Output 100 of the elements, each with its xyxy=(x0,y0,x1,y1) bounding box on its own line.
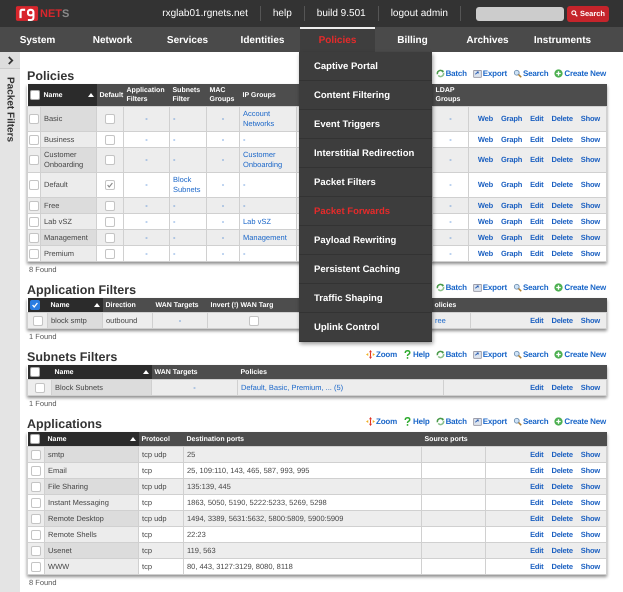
toolbar-link[interactable]: Export xyxy=(472,417,507,426)
arrows-icon xyxy=(366,350,376,359)
section-title: Application Filters xyxy=(27,283,136,298)
row-checkbox[interactable] xyxy=(29,200,39,210)
section-title: Applications xyxy=(27,417,102,432)
cell-checkbox[interactable] xyxy=(105,200,115,210)
row-checkbox[interactable] xyxy=(29,155,39,165)
row-checkbox[interactable] xyxy=(29,248,39,258)
row-checkbox[interactable] xyxy=(29,114,39,124)
help-icon xyxy=(403,417,412,426)
toolbar-link[interactable]: Zoom xyxy=(366,417,398,426)
header-link[interactable]: help xyxy=(260,8,304,19)
refresh-icon xyxy=(436,69,445,78)
toolbar-link[interactable]: Create New xyxy=(554,350,606,359)
toolbar-link[interactable]: Help xyxy=(403,417,430,426)
toolbar-link[interactable]: Search xyxy=(512,350,548,359)
toolbar-link[interactable]: Export xyxy=(472,69,507,78)
nav-tab[interactable]: Services xyxy=(150,27,225,52)
toolbar-link[interactable]: Batch xyxy=(436,350,467,359)
row-checkbox[interactable] xyxy=(31,514,41,524)
toolbar-link[interactable]: Search xyxy=(512,283,548,292)
search-field[interactable] xyxy=(476,6,564,20)
nav-tab[interactable]: Instruments xyxy=(525,27,600,52)
menu-item[interactable]: Content Filtering xyxy=(299,81,432,110)
header-link[interactable]: logout admin xyxy=(378,8,460,19)
row-checkbox[interactable] xyxy=(29,216,39,226)
row-checkbox[interactable] xyxy=(31,450,41,460)
toolbar-link[interactable]: Batch xyxy=(436,283,467,292)
toolbar-link[interactable]: Create New xyxy=(554,283,606,292)
cell-checkbox[interactable] xyxy=(105,216,115,226)
toolbar-link[interactable]: Batch xyxy=(436,69,467,78)
header-link[interactable]: build 9.501 xyxy=(304,8,378,19)
toolbar-link[interactable]: Search xyxy=(512,69,548,78)
nav-tab[interactable]: Archives xyxy=(450,27,525,52)
search-icon xyxy=(512,417,522,426)
menu-item[interactable]: Interstitial Redirection xyxy=(299,139,432,168)
menu-item[interactable]: Uplink Control xyxy=(299,313,432,342)
toolbar-link[interactable]: Export xyxy=(472,283,507,292)
row-checkbox[interactable] xyxy=(34,382,44,392)
row-checkbox[interactable] xyxy=(29,180,39,190)
search-icon xyxy=(570,10,578,17)
expand-button[interactable] xyxy=(0,52,20,69)
chevron-icon xyxy=(6,56,14,64)
logo-icon xyxy=(15,4,39,23)
select-all-checkbox[interactable] xyxy=(30,300,40,310)
row-checkbox[interactable] xyxy=(31,482,41,492)
row-checkbox[interactable] xyxy=(31,562,41,572)
cell-checkbox[interactable] xyxy=(105,114,115,124)
menu-item[interactable]: Captive Portal xyxy=(299,52,432,81)
export-icon xyxy=(472,283,482,292)
row-checkbox[interactable] xyxy=(31,546,41,556)
toolbar-link[interactable]: Search xyxy=(512,417,548,426)
nav-tab[interactable]: Billing xyxy=(375,27,450,52)
toolbar-link[interactable]: Help xyxy=(403,350,430,359)
section-title: Subnets Filters xyxy=(27,350,118,365)
help-icon xyxy=(403,350,412,359)
row-checkbox[interactable] xyxy=(31,498,41,508)
export-icon xyxy=(472,350,482,359)
toolbar-link[interactable]: Create New xyxy=(554,417,606,426)
section-title: Policies xyxy=(27,69,74,84)
nav-tab[interactable]: Identities xyxy=(225,27,300,52)
cell-checkbox[interactable] xyxy=(105,248,115,258)
row-checkbox[interactable] xyxy=(29,134,39,144)
search-icon xyxy=(512,69,522,78)
cell-checkbox[interactable] xyxy=(105,180,115,190)
menu-item[interactable]: Packet Filters xyxy=(299,168,432,197)
select-all-checkbox[interactable] xyxy=(30,434,40,444)
plus-icon xyxy=(554,350,564,359)
row-checkbox[interactable] xyxy=(29,232,39,242)
menu-item[interactable]: Event Triggers xyxy=(299,110,432,139)
search-icon xyxy=(512,283,522,292)
menu-item[interactable]: Traffic Shaping xyxy=(299,284,432,313)
cell-checkbox[interactable] xyxy=(105,134,115,144)
nav-tab[interactable]: Network xyxy=(75,27,150,52)
toolbar-link[interactable]: Zoom xyxy=(366,350,398,359)
sidebar-title: Packet Filters xyxy=(4,77,16,142)
logo-text: NETS xyxy=(40,8,70,20)
row-checkbox[interactable] xyxy=(32,316,42,326)
search-icon xyxy=(512,350,522,359)
export-icon xyxy=(472,69,482,78)
row-checkbox[interactable] xyxy=(31,466,41,476)
refresh-icon xyxy=(436,417,445,426)
select-all-checkbox[interactable] xyxy=(30,367,40,377)
cell-checkbox[interactable] xyxy=(105,232,115,242)
plus-icon xyxy=(554,69,564,78)
cell-checkbox[interactable] xyxy=(248,316,258,326)
header-link[interactable]: rxglab01.rgnets.net xyxy=(150,8,260,19)
refresh-icon xyxy=(436,350,445,359)
row-checkbox[interactable] xyxy=(31,530,41,540)
plus-icon xyxy=(554,417,564,426)
select-all-checkbox[interactable] xyxy=(30,90,40,100)
arrows-icon xyxy=(366,417,376,426)
refresh-icon xyxy=(436,283,445,292)
toolbar-link[interactable]: Batch xyxy=(436,417,467,426)
cell-checkbox[interactable] xyxy=(105,155,115,165)
toolbar-link[interactable]: Create New xyxy=(554,69,606,78)
menu-item[interactable]: Payload Rewriting xyxy=(299,226,432,255)
toolbar-link[interactable]: Export xyxy=(472,350,507,359)
menu-item[interactable]: Persistent Caching xyxy=(299,255,432,284)
nav-tab[interactable]: System xyxy=(0,27,75,52)
